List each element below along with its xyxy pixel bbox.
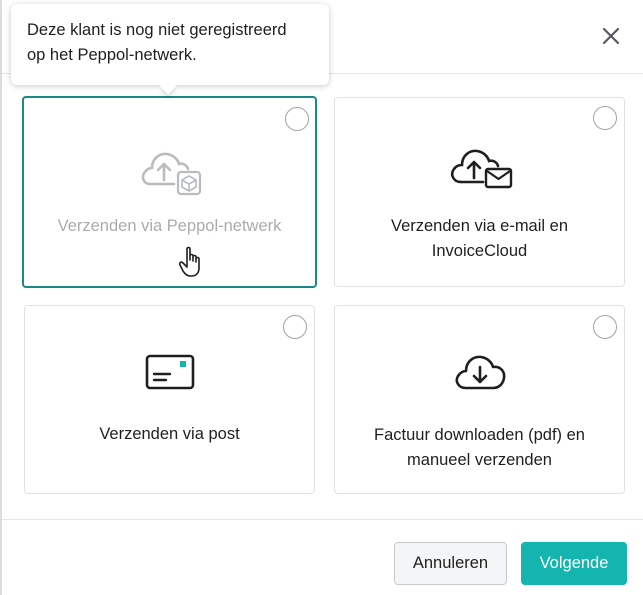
envelope-icon	[145, 354, 195, 390]
option-peppol-radio[interactable]	[285, 107, 309, 131]
next-button[interactable]: Volgende	[521, 542, 627, 585]
cloud-upload-mail-icon	[449, 144, 513, 192]
peppol-tooltip: Deze klant is nog niet geregistreerd op …	[11, 4, 329, 95]
option-post-label: Verzenden via post	[99, 425, 240, 443]
dialog-footer: Annuleren Volgende	[2, 519, 643, 595]
option-pdf-radio[interactable]	[593, 315, 617, 339]
option-email-label-2: InvoiceCloud	[431, 242, 528, 260]
option-pdf-label-1: Factuur downloaden (pdf) en	[374, 426, 585, 444]
option-email-card[interactable]: Verzenden via e-mail en InvoiceCloud	[334, 97, 625, 287]
send-invoice-dialog: Verzenden via Peppol-netwerk Verzenden v…	[2, 0, 643, 595]
option-post-card[interactable]: Verzenden via post	[24, 305, 315, 494]
option-pdf-label-2: manueel verzenden	[407, 451, 552, 469]
option-post-radio[interactable]	[283, 315, 307, 339]
cloud-download-icon	[453, 350, 507, 394]
hand-cursor-icon	[178, 244, 208, 280]
option-peppol-card[interactable]: Verzenden via Peppol-netwerk	[22, 96, 317, 288]
tooltip-text-line-2: op het Peppol-netwerk.	[27, 46, 197, 64]
cancel-button[interactable]: Annuleren	[394, 542, 507, 585]
option-pdf-card[interactable]: Factuur downloaden (pdf) en manueel verz…	[334, 305, 625, 494]
option-peppol-label: Verzenden via Peppol-netwerk	[57, 217, 282, 235]
option-email-label-1: Verzenden via e-mail en	[390, 217, 569, 235]
cloud-upload-peppol-icon	[140, 146, 202, 196]
close-icon[interactable]	[597, 22, 625, 50]
tooltip-text-line-1: Deze klant is nog niet geregistreerd	[27, 21, 287, 39]
option-email-radio[interactable]	[593, 106, 617, 130]
